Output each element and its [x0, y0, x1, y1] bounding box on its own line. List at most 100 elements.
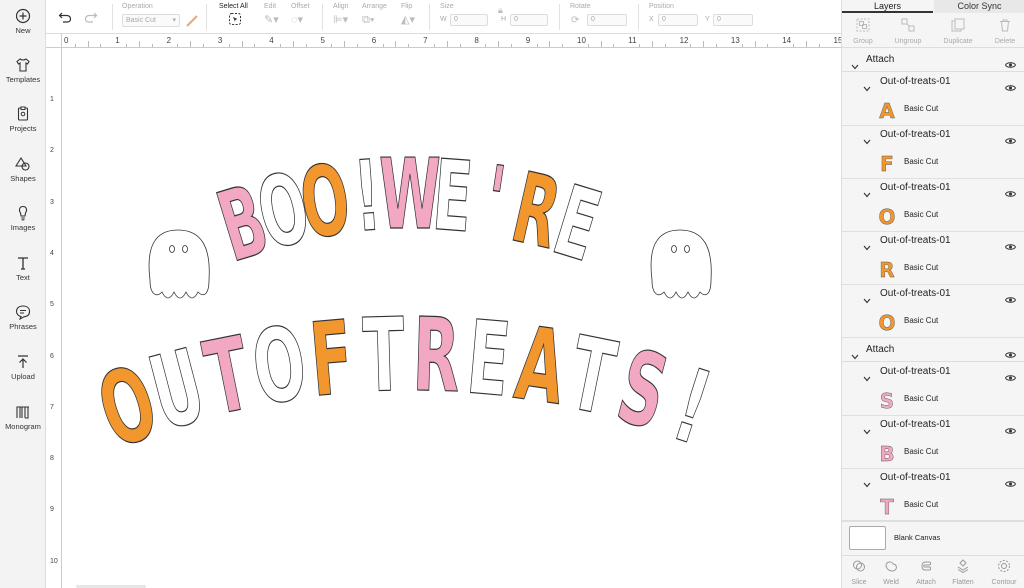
sidebar-item-text[interactable]: Text	[0, 255, 46, 295]
layer-name: Out-of-treats-01	[880, 235, 951, 246]
ruler-tick-label: 8	[50, 455, 54, 463]
ghost-right[interactable]	[650, 229, 712, 299]
rotate-group: Rotate	[570, 3, 591, 10]
height-input[interactable]: 0	[510, 14, 548, 26]
layers-panel: Layers Color Sync Group Ungroup Duplicat…	[841, 0, 1024, 588]
layer-header[interactable]: Out-of-treats-01	[842, 73, 1024, 92]
sidebar-item-shapes[interactable]: Shapes	[0, 156, 46, 196]
y-input[interactable]: 0	[713, 14, 753, 26]
headline-letter[interactable]: E	[462, 297, 515, 420]
sidebar-item-phrases[interactable]: Phrases	[0, 304, 46, 344]
svg-text:F: F	[880, 152, 894, 176]
toolbar-divider	[559, 4, 560, 30]
undo-icon	[58, 12, 72, 23]
layer-group-header[interactable]: Attach	[842, 338, 1024, 362]
align-group[interactable]: Align ⊫▾	[333, 3, 349, 28]
edit-group[interactable]: Edit ✎▾	[264, 3, 279, 28]
duplicate-icon	[951, 18, 965, 32]
sidebar-item-images[interactable]: Images	[0, 205, 46, 245]
layer-header[interactable]: Out-of-treats-01	[842, 232, 1024, 251]
ruler-tick	[741, 44, 743, 47]
design-artwork[interactable]: BOO!WE 'RE OUTOF T R EATS!	[62, 48, 841, 588]
text-icon	[18, 257, 28, 270]
blank-canvas-swatch[interactable]	[849, 526, 886, 550]
group-button[interactable]: Group	[848, 18, 878, 45]
tab-color-sync[interactable]: Color Sync	[934, 0, 1024, 13]
ghost-left[interactable]	[148, 229, 210, 299]
operation-color-swatch[interactable]	[186, 14, 198, 32]
layer-header[interactable]: Out-of-treats-01	[842, 126, 1024, 145]
ungroup-button[interactable]: Ungroup	[890, 18, 926, 45]
pencil-icon: ✎▾	[264, 14, 279, 26]
sidebar-item-new[interactable]: New	[0, 8, 46, 48]
sidebar-item-templates[interactable]: Templates	[0, 57, 46, 97]
layer-header[interactable]: Out-of-treats-01	[842, 285, 1024, 304]
layer-row[interactable]: R Basic Cut	[842, 251, 1024, 285]
eye-icon[interactable]	[1004, 346, 1017, 364]
layer-header[interactable]: Out-of-treats-01	[842, 179, 1024, 198]
align-label: Align	[333, 3, 349, 10]
lightbulb-icon	[18, 205, 28, 221]
headline-letter[interactable]: R	[411, 295, 462, 416]
slice-button[interactable]: Slice	[846, 559, 872, 586]
rotate-input[interactable]: 0	[587, 14, 627, 26]
tab-layers[interactable]: Layers	[842, 0, 933, 13]
blank-canvas-row[interactable]: Blank Canvas	[842, 520, 1024, 554]
sidebar-item-upload[interactable]: Upload	[0, 354, 46, 394]
monogram-icon	[16, 406, 29, 419]
delete-button[interactable]: Delete	[990, 18, 1020, 45]
ruler-tick-label: 1	[115, 36, 120, 45]
x-input[interactable]: 0	[658, 14, 698, 26]
layer-header[interactable]: Out-of-treats-01	[842, 363, 1024, 382]
sidebar-item-label: Shapes	[10, 174, 36, 183]
slice-label: Slice	[851, 579, 867, 586]
ruler-tick-label: 4	[50, 249, 54, 257]
duplicate-button[interactable]: Duplicate	[940, 18, 976, 45]
attach-button[interactable]: Attach	[910, 559, 942, 586]
layer-row[interactable]: T Basic Cut	[842, 488, 1024, 522]
layer-row[interactable]: O Basic Cut	[842, 198, 1024, 232]
layer-group-header[interactable]: Attach	[842, 48, 1024, 72]
layer-header[interactable]: Out-of-treats-01	[842, 416, 1024, 435]
projects-icon	[17, 106, 29, 121]
select-all-group[interactable]: Select All	[219, 3, 248, 31]
flatten-button[interactable]: Flatten	[948, 559, 978, 586]
lock-icon[interactable]: 🔒︎	[498, 5, 503, 16]
shirt-icon	[16, 58, 30, 72]
ruler-tick-label: 0	[64, 36, 69, 45]
arrange-group[interactable]: Arrange ⧉▾	[362, 3, 387, 28]
ruler-tick	[549, 41, 551, 47]
ruler-tick	[600, 41, 602, 47]
headline-letter[interactable]: F	[305, 297, 358, 420]
size-label: Size	[440, 3, 454, 10]
offset-group[interactable]: Offset ◌▾	[291, 3, 310, 28]
top-toolbar: Operation Basic Cut ▾ Select All Edit ✎▾…	[46, 0, 841, 34]
sidebar-item-projects[interactable]: Projects	[0, 106, 46, 146]
layer-row[interactable]: S Basic Cut	[842, 382, 1024, 416]
headline-letter[interactable]: E	[429, 138, 477, 255]
layer-row[interactable]: F Basic Cut	[842, 145, 1024, 179]
contour-button[interactable]: Contour	[988, 559, 1020, 586]
layers-list: Attach Out-of-treats-01 A Basic Cut Out-of-t…	[842, 48, 1024, 522]
ruler-tick-label: 14	[782, 36, 792, 45]
headline-line-2: OUTOF T R EATS!	[84, 295, 724, 472]
undo-button[interactable]	[58, 10, 72, 28]
headline-letter[interactable]: A	[509, 303, 573, 428]
flip-group[interactable]: Flip ◭▾	[401, 3, 415, 28]
layer-row[interactable]: O Basic Cut	[842, 304, 1024, 338]
headline-letter[interactable]: T	[361, 295, 407, 416]
operation-select[interactable]: Basic Cut ▾	[122, 14, 180, 27]
layer-row[interactable]: B Basic Cut	[842, 435, 1024, 469]
redo-button[interactable]	[84, 10, 98, 28]
design-canvas[interactable]: B O O! W E ' R E O U T O F T R E A T S!	[62, 48, 841, 588]
edit-label: Edit	[264, 3, 277, 10]
layer-header[interactable]: Out-of-treats-01	[842, 469, 1024, 488]
ruler-tick	[305, 44, 307, 47]
plus-circle-icon	[15, 8, 31, 24]
sidebar-item-monogram[interactable]: Monogram	[0, 404, 46, 444]
layer-row[interactable]: A Basic Cut	[842, 92, 1024, 126]
panel-tabs: Layers Color Sync	[842, 0, 1024, 13]
width-input[interactable]: 0	[450, 14, 488, 26]
eye-icon[interactable]	[1004, 56, 1017, 74]
weld-button[interactable]: Weld	[878, 559, 904, 586]
